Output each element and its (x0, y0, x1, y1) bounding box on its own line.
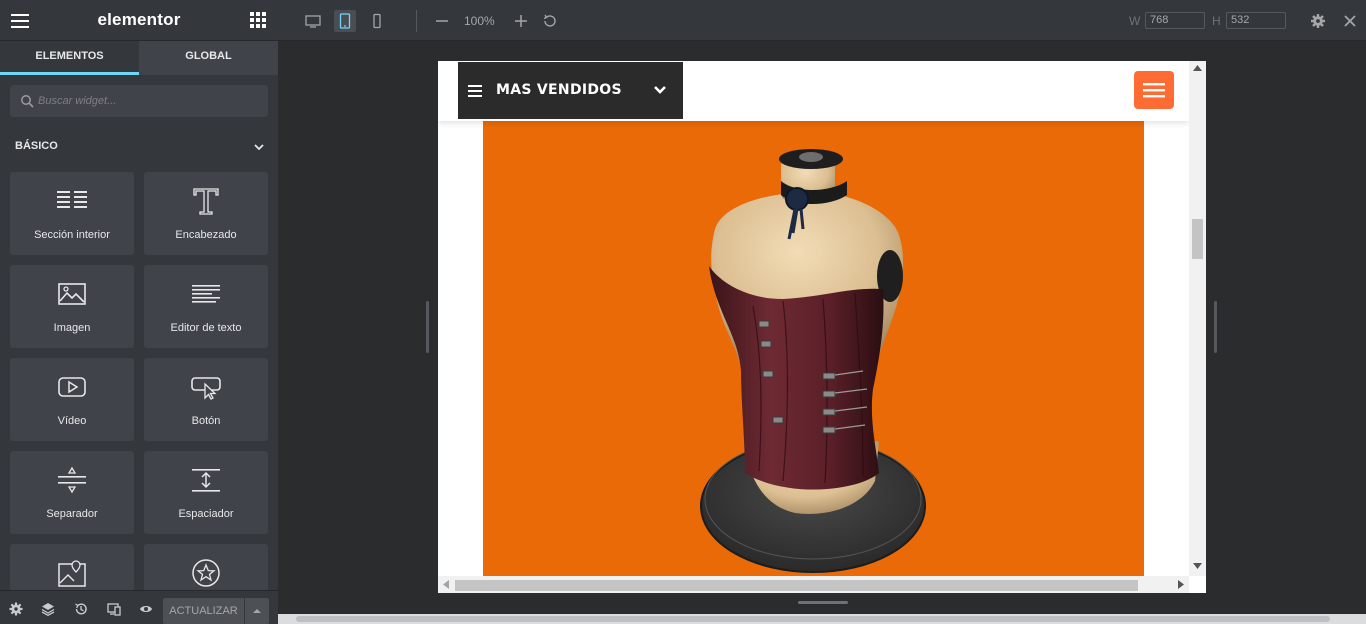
responsive-toolbar: 100% W 768 H 532 (278, 0, 1366, 41)
google-maps-icon (58, 560, 86, 587)
scroll-down-arrow-icon (1193, 563, 1202, 569)
elementor-logo: elementor (97, 10, 181, 29)
scroll-left-arrow-icon (443, 580, 449, 589)
widget-label: Imagen (53, 322, 91, 334)
menu-bars-icon (468, 85, 482, 97)
zoom-in-icon[interactable] (513, 13, 529, 29)
tablet-preview-frame: MAS VENDIDOS (438, 61, 1206, 593)
tab-global[interactable]: GLOBAL (139, 41, 278, 75)
settings-icon[interactable] (9, 602, 23, 616)
scroll-up-arrow-icon (1193, 65, 1202, 71)
menu-label: MAS VENDIDOS (496, 82, 622, 98)
widget-google-maps[interactable] (10, 544, 134, 590)
category-basico[interactable]: BÁSICO (15, 140, 265, 154)
resize-handle-right[interactable] (1214, 301, 1217, 353)
category-label: BÁSICO (15, 140, 58, 152)
search-input[interactable] (38, 85, 258, 117)
widget-heading[interactable]: Encabezado (144, 172, 268, 255)
height-input[interactable]: 532 (1226, 12, 1286, 29)
mobile-icon[interactable] (369, 13, 385, 29)
search-icon (21, 95, 34, 108)
button-icon (191, 377, 221, 400)
scroll-right-arrow-icon (1178, 580, 1184, 589)
widget-spacer[interactable]: Espaciador (144, 451, 268, 534)
hamburger-icon (1143, 83, 1165, 98)
widget-inner-section[interactable]: Sección interior (10, 172, 134, 255)
editor-canvas: MAS VENDIDOS (278, 41, 1366, 624)
mobile-menu-button[interactable] (1134, 71, 1174, 109)
resize-handle-bottom[interactable] (798, 601, 848, 604)
image-icon (58, 283, 86, 305)
canvas-horizontal-scrollbar[interactable] (278, 614, 1366, 624)
sidebar-footer: ACTUALIZAR (0, 590, 278, 624)
star-icon (192, 559, 220, 587)
caret-up-icon (253, 609, 261, 613)
responsive-mode-icon[interactable] (107, 602, 121, 616)
widget-icon[interactable] (144, 544, 268, 590)
horizontal-scrollbar[interactable] (438, 576, 1189, 593)
toolbar-separator (416, 10, 417, 32)
widget-label: Sección interior (34, 229, 110, 241)
widget-image[interactable]: Imagen (10, 265, 134, 348)
widget-label: Botón (191, 415, 221, 427)
preview-eye-icon[interactable] (139, 602, 153, 616)
heading-icon (193, 188, 219, 215)
inner-section-icon (57, 191, 87, 208)
tab-elementos[interactable]: ELEMENTOS (0, 41, 139, 75)
vertical-scrollbar[interactable] (1189, 61, 1206, 576)
chevron-down-icon (254, 144, 264, 151)
menu-dropdown[interactable]: MAS VENDIDOS (458, 62, 683, 119)
widget-label: Separador (46, 508, 98, 520)
zoom-out-icon[interactable] (434, 13, 450, 29)
widget-button[interactable]: Botón (144, 358, 268, 441)
history-icon[interactable] (74, 602, 88, 616)
zoom-level: 100% (464, 14, 495, 28)
resize-handle-left[interactable] (426, 301, 429, 353)
close-icon[interactable] (1342, 13, 1358, 29)
width-input[interactable]: 768 (1145, 12, 1205, 29)
widgets-grid-icon[interactable] (250, 12, 266, 28)
settings-gear-icon[interactable] (1310, 13, 1326, 29)
video-icon (58, 377, 86, 397)
tablet-icon (339, 13, 351, 29)
chevron-down-icon (654, 86, 666, 94)
widget-label: Encabezado (175, 229, 237, 241)
widget-label: Editor de texto (170, 322, 242, 334)
hero-section[interactable] (483, 121, 1144, 577)
spacer-icon (192, 469, 220, 492)
widget-divider[interactable]: Separador (10, 451, 134, 534)
divider-icon (58, 466, 86, 494)
site-header: MAS VENDIDOS (438, 61, 1189, 121)
scrollbar-thumb[interactable] (296, 616, 1330, 622)
widget-video[interactable]: Vídeo (10, 358, 134, 441)
desktop-icon[interactable] (305, 13, 321, 29)
widget-search (10, 85, 268, 117)
height-label: H (1212, 14, 1221, 28)
mannequin-corset-image (700, 149, 926, 573)
text-editor-icon (192, 285, 220, 303)
scrollbar-thumb[interactable] (1192, 219, 1203, 259)
update-button[interactable]: ACTUALIZAR (163, 598, 244, 624)
navigator-layers-icon[interactable] (41, 602, 55, 616)
widget-text-editor[interactable]: Editor de texto (144, 265, 268, 348)
editor-sidebar: elementor ELEMENTOS GLOBAL BÁSICO (0, 0, 278, 624)
scrollbar-thumb[interactable] (455, 580, 1138, 591)
reset-zoom-icon[interactable] (542, 13, 558, 29)
sidebar-header: elementor (0, 0, 278, 41)
width-label: W (1129, 14, 1141, 28)
widget-label: Vídeo (57, 415, 87, 427)
update-options-button[interactable] (245, 598, 269, 624)
widget-label: Espaciador (178, 508, 234, 520)
sidebar-tabs: ELEMENTOS GLOBAL (0, 41, 278, 75)
